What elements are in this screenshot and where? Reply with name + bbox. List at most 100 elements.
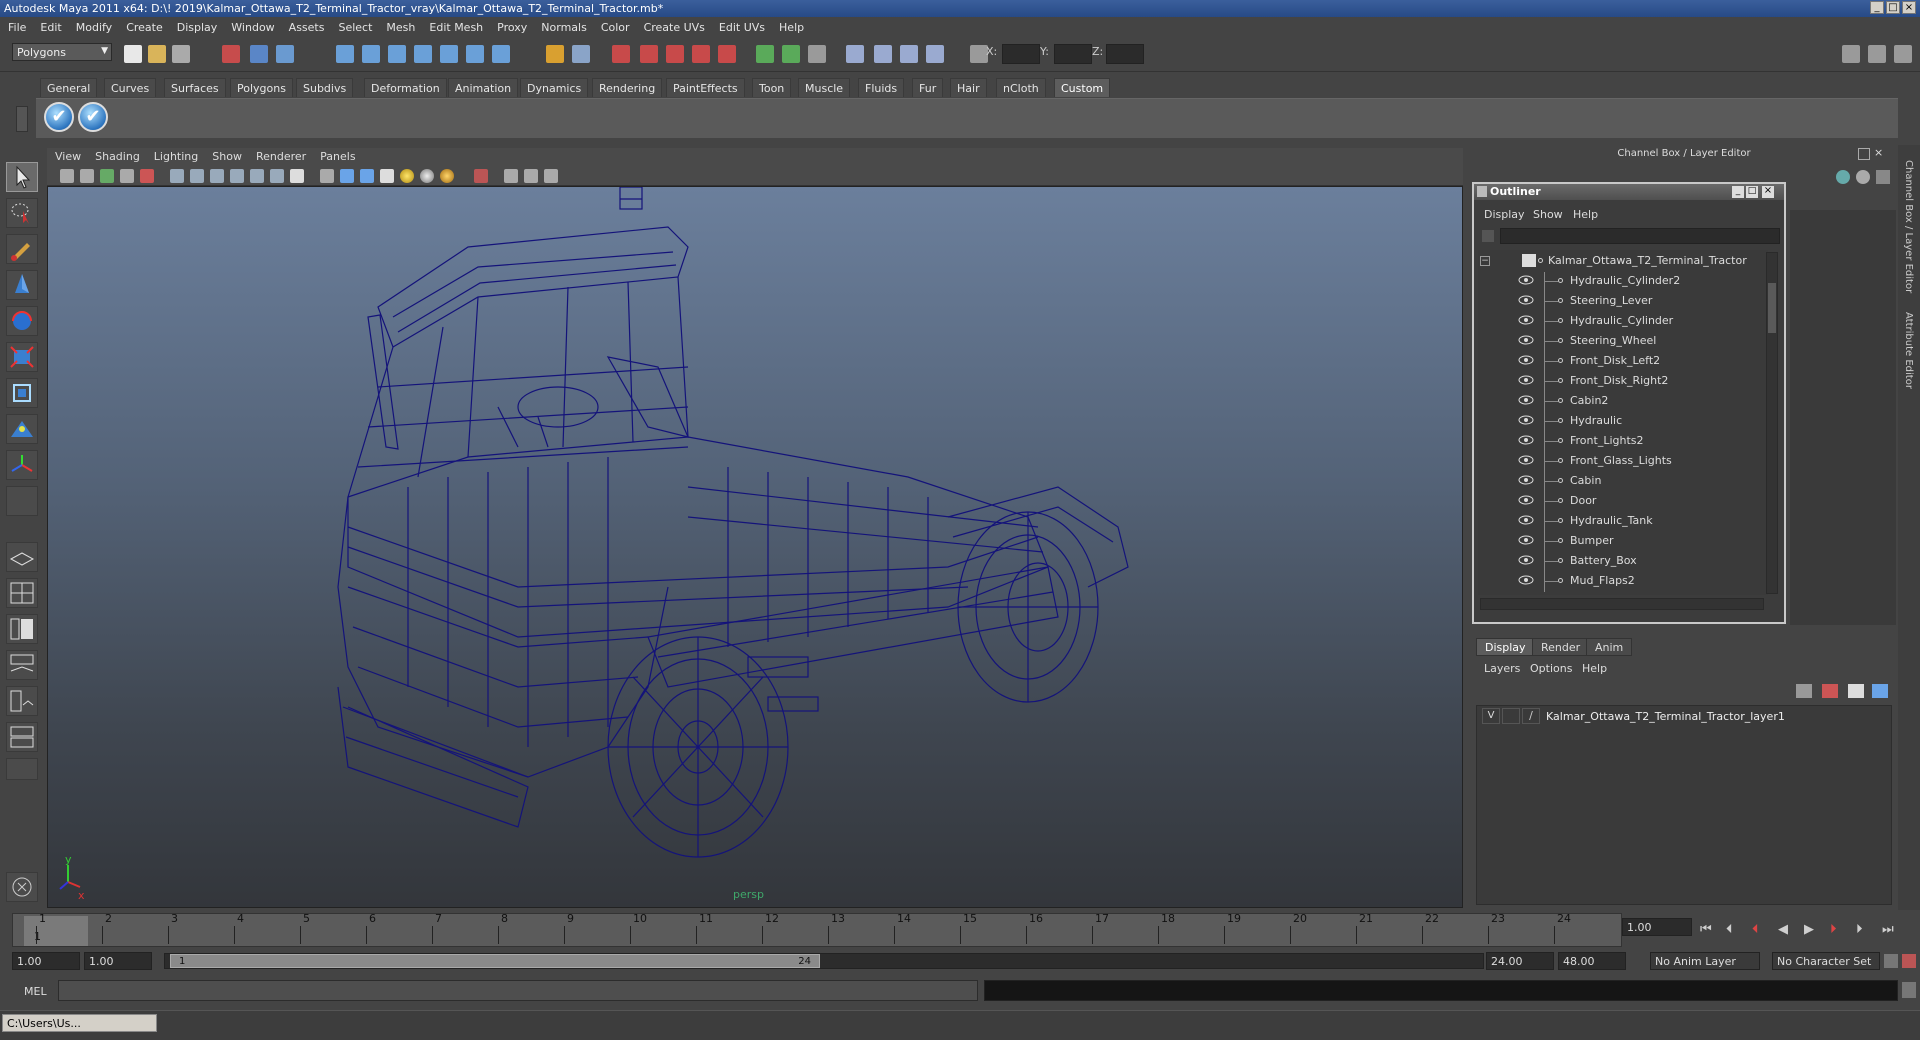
film-gate-icon[interactable] [190, 169, 204, 183]
step-back-frame-icon[interactable]: ⏴ [1726, 922, 1733, 937]
layer-row[interactable]: V ∕ Kalmar_Ottawa_T2_Terminal_Tractor_la… [1480, 708, 1888, 726]
display-icon[interactable] [846, 45, 864, 63]
viewport-menu-shading[interactable]: Shading [87, 148, 146, 163]
animation-end-field[interactable]: 48.00 [1558, 952, 1626, 970]
outliner-menu-show[interactable]: Show [1533, 208, 1563, 221]
graph-layout[interactable] [6, 650, 38, 680]
output-ops-icon[interactable] [782, 45, 800, 63]
menu-proxy[interactable]: Proxy [489, 18, 533, 34]
outliner-horizontal-scrollbar[interactable] [1480, 598, 1764, 610]
channel-box-toggle-icon[interactable] [1894, 45, 1912, 63]
2d-pan-zoom-icon[interactable] [140, 169, 154, 183]
shelf-tab-muscle[interactable]: Muscle [798, 78, 851, 97]
step-back-key-icon[interactable]: ⏴ [1752, 922, 1759, 937]
four-pane-layout[interactable] [6, 578, 38, 608]
menu-assets[interactable]: Assets [281, 18, 331, 34]
hypershade-layout[interactable] [6, 686, 38, 716]
shelf-tab-surfaces[interactable]: Surfaces [164, 78, 226, 97]
show-manipulator-tool[interactable] [6, 450, 38, 480]
outliner-item[interactable]: Hydraulic_Cylinder2 [1478, 272, 1768, 292]
menu-window[interactable]: Window [223, 18, 280, 34]
wireframe-icon[interactable] [874, 45, 892, 63]
menu-help[interactable]: Help [771, 18, 810, 34]
shelf-tab-curves[interactable]: Curves [104, 78, 157, 97]
new-layer-selected-icon[interactable] [1872, 684, 1888, 698]
shelf-tab-hair[interactable]: Hair [950, 78, 987, 97]
resolution-gate-icon[interactable] [210, 169, 224, 183]
safe-action-icon[interactable] [270, 169, 284, 183]
channel-box-side-tab[interactable]: Channel Box / Layer Editor [1903, 160, 1914, 293]
outliner-item[interactable]: Door [1478, 492, 1768, 512]
new-layer-icon[interactable] [1848, 684, 1864, 698]
outliner-menu-display[interactable]: Display [1484, 208, 1525, 221]
layer-tab-render[interactable]: Render [1532, 638, 1590, 656]
outliner-item[interactable]: Hydraulic_Cylinder [1478, 312, 1768, 332]
shelf-tab-painteffects[interactable]: PaintEffects [666, 78, 745, 97]
render-icon[interactable] [612, 45, 630, 63]
viewport-menu-view[interactable]: View [47, 148, 87, 163]
open-scene-icon[interactable] [148, 45, 166, 63]
xray-components-icon[interactable] [544, 169, 558, 183]
shelf-tab-animation[interactable]: Animation [448, 78, 519, 97]
render-settings-icon[interactable] [666, 45, 684, 63]
shelf-tab-general[interactable]: General [40, 78, 98, 97]
single-pane-layout[interactable] [6, 542, 38, 572]
shelf-tab-dynamics[interactable]: Dynamics [520, 78, 589, 97]
last-tool[interactable] [6, 486, 38, 516]
shelf-tab-subdivs[interactable]: Subdivs [296, 78, 354, 97]
xray-joints-icon[interactable] [524, 169, 538, 183]
hypershade-icon[interactable] [692, 45, 710, 63]
layer-menu-options[interactable]: Options [1530, 662, 1572, 675]
viewport-menu-renderer[interactable]: Renderer [248, 148, 312, 163]
menu-create[interactable]: Create [118, 18, 169, 34]
menu-create-uvs[interactable]: Create UVs [636, 18, 711, 34]
render-view-icon[interactable] [718, 45, 736, 63]
outliner-vertical-scrollbar[interactable] [1766, 252, 1778, 594]
minimize-button[interactable]: _ [1870, 1, 1884, 14]
outliner-item[interactable]: Cabin2 [1478, 392, 1768, 412]
lock-icon[interactable] [546, 45, 564, 63]
outliner-item[interactable]: Hydraulic [1478, 412, 1768, 432]
tool-settings-toggle-icon[interactable] [1868, 45, 1886, 63]
anim-layer-dropdown[interactable]: No Anim Layer [1650, 952, 1760, 970]
layer-visibility-toggle[interactable]: V [1482, 708, 1500, 724]
range-slider-handle[interactable]: 1 24 [170, 954, 820, 968]
animation-prefs-icon[interactable] [1902, 954, 1916, 968]
gate-mask-icon[interactable] [230, 169, 244, 183]
channel-icon-1[interactable] [1836, 170, 1850, 184]
command-language-label[interactable]: MEL [24, 985, 47, 998]
outliner-menu-help[interactable]: Help [1573, 208, 1598, 221]
camera-select-icon[interactable] [60, 169, 74, 183]
textured-mode-icon[interactable] [380, 169, 394, 183]
layer-type-toggle[interactable] [1502, 708, 1520, 724]
animation-start-field[interactable]: 1.00 [12, 952, 80, 970]
panel-close-icon[interactable]: × [1874, 147, 1886, 160]
outliner-item[interactable]: Cabin [1478, 472, 1768, 492]
selection-icon[interactable] [572, 45, 590, 63]
image-plane-icon[interactable] [120, 169, 134, 183]
persp-graph-layout[interactable] [6, 722, 38, 752]
safe-title-icon[interactable] [290, 169, 304, 183]
menu-set-dropdown[interactable]: Polygons ▼ [12, 43, 112, 61]
wireframe-on-shaded-icon[interactable] [360, 169, 374, 183]
z-field[interactable] [1106, 44, 1144, 64]
outliner-item[interactable]: Front_Lights2 [1478, 432, 1768, 452]
smooth-icon[interactable] [900, 45, 918, 63]
filter-icon[interactable] [1482, 230, 1494, 242]
wireframe-mode-icon[interactable] [320, 169, 334, 183]
shelf-button-1[interactable]: ✔ [44, 102, 74, 132]
bookmark-icon[interactable] [100, 169, 114, 183]
command-input[interactable] [58, 980, 978, 1001]
playback-start-field[interactable]: 1.00 [84, 952, 152, 970]
layout-menu[interactable] [6, 758, 38, 780]
move-layer-up-icon[interactable] [1796, 684, 1812, 698]
y-field[interactable] [1054, 44, 1092, 64]
outliner-item[interactable]: Front_Disk_Left2 [1478, 352, 1768, 372]
step-forward-frame-icon[interactable]: ⏵ [1856, 922, 1863, 937]
paint-select-tool[interactable] [6, 234, 38, 264]
snap-view-plane-icon[interactable] [414, 45, 432, 63]
play-backward-icon[interactable]: ◀ [1778, 922, 1788, 937]
ipr-render-icon[interactable] [640, 45, 658, 63]
attribute-editor-side-tab[interactable]: Attribute Editor [1903, 312, 1914, 389]
shelf-tab-custom[interactable]: Custom [1054, 78, 1111, 97]
